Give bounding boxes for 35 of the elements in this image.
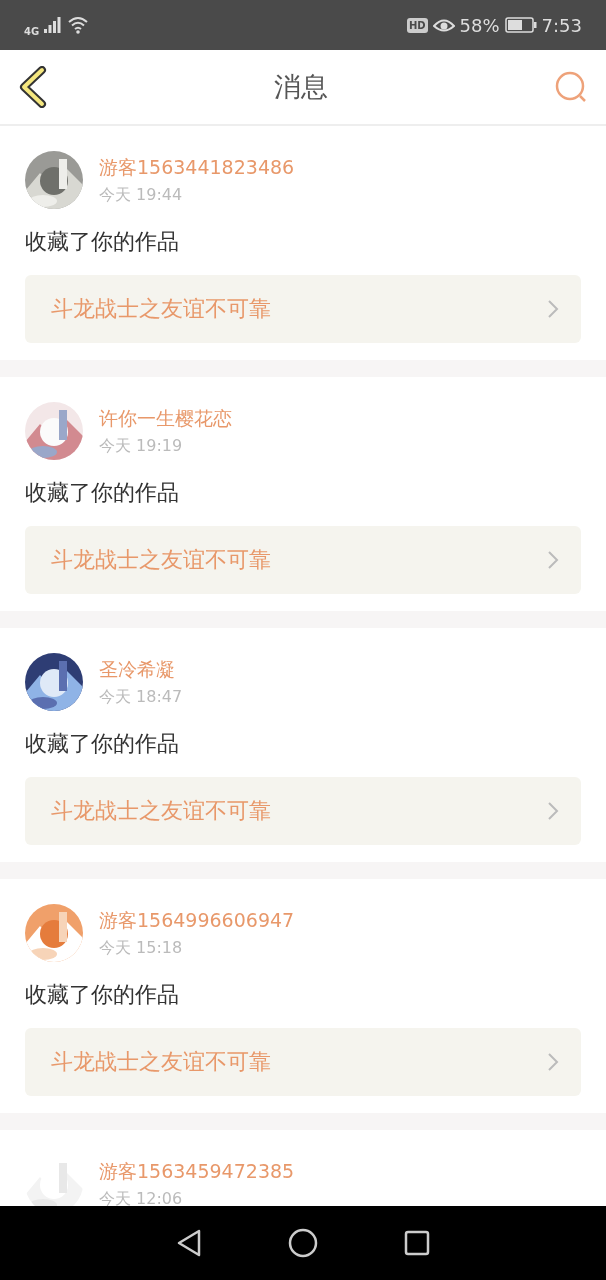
work-link[interactable]: 斗龙战士之友谊不可靠 bbox=[25, 1028, 581, 1096]
message-text: 收藏了你的作品 bbox=[25, 479, 180, 507]
work-link[interactable]: 斗龙战士之友谊不可靠 bbox=[25, 275, 581, 343]
eye-icon bbox=[432, 17, 455, 33]
chevron-icon bbox=[547, 299, 559, 319]
user-name[interactable]: 游客1564996606947 bbox=[99, 907, 295, 934]
message-text: 收藏了你的作品 bbox=[25, 981, 180, 1009]
user-name[interactable]: 许你一生樱花恋 bbox=[99, 405, 232, 432]
message-time: 今天 12:06 bbox=[99, 1188, 184, 1206]
home-nav-icon[interactable] bbox=[288, 1228, 318, 1258]
chevron-icon bbox=[547, 550, 559, 570]
hd-badge: HD bbox=[406, 17, 428, 33]
message-time: 今天 18:47 bbox=[99, 686, 183, 708]
back-nav-icon[interactable] bbox=[176, 1229, 202, 1257]
message-text: 收藏了你的作品 bbox=[25, 228, 180, 256]
recents-nav-icon[interactable] bbox=[404, 1230, 430, 1256]
user-name[interactable]: 游客1563441823486 bbox=[99, 154, 295, 181]
work-link[interactable]: 斗龙战士之友谊不可靠 bbox=[25, 777, 581, 845]
chevron-icon bbox=[547, 1052, 559, 1072]
back-icon[interactable] bbox=[18, 66, 48, 108]
page-title: 消息 bbox=[274, 70, 328, 104]
wifi-icon bbox=[67, 16, 90, 34]
message-time: 今天 19:44 bbox=[99, 184, 184, 206]
network-type: 4G bbox=[24, 25, 40, 37]
battery-icon bbox=[504, 17, 537, 33]
message-time: 今天 19:19 bbox=[99, 435, 184, 457]
clock-time: 7:53 bbox=[541, 14, 582, 36]
chevron-icon bbox=[547, 801, 559, 821]
work-link[interactable]: 斗龙战士之友谊不可靠 bbox=[25, 526, 581, 594]
user-name[interactable]: 游客1563459472385 bbox=[99, 1158, 295, 1185]
battery-percent: 58% bbox=[459, 14, 500, 36]
message-time: 今天 15:18 bbox=[99, 937, 184, 959]
user-name[interactable]: 圣冷希凝 bbox=[99, 656, 183, 683]
signal-icon bbox=[44, 17, 63, 33]
message-text: 收藏了你的作品 bbox=[25, 730, 180, 758]
